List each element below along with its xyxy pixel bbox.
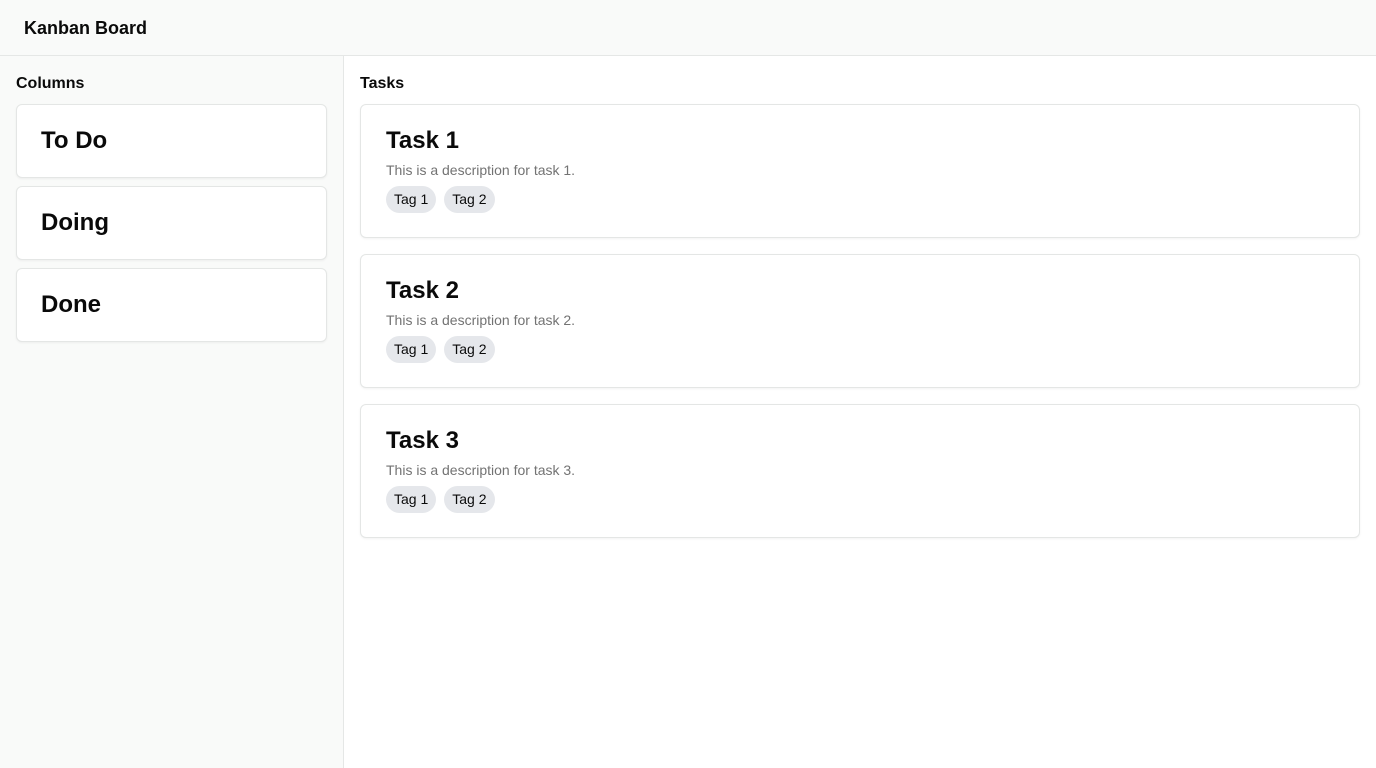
column-label: To Do <box>41 127 108 154</box>
task-tags: Tag 1 Tag 2 <box>386 186 495 213</box>
column-label: Doing <box>41 209 109 236</box>
task-card-1[interactable]: Task 1 This is a description for task 1.… <box>360 104 1360 238</box>
tag-badge[interactable]: Tag 2 <box>444 186 495 213</box>
task-title: Task 1 <box>386 127 459 154</box>
task-title: Task 3 <box>386 427 459 454</box>
app-title: Kanban Board <box>24 18 148 38</box>
tag-badge[interactable]: Tag 1 <box>386 486 437 513</box>
task-card-3[interactable]: Task 3 This is a description for task 3.… <box>360 404 1360 538</box>
task-description: This is a description for task 1. <box>386 162 576 178</box>
task-description: This is a description for task 3. <box>386 462 576 478</box>
column-card-to-do[interactable]: To Do <box>16 104 327 178</box>
task-card-2[interactable]: Task 2 This is a description for task 2.… <box>360 254 1360 388</box>
columns-sidebar: Columns To Do Doing Done <box>0 56 344 768</box>
tag-badge[interactable]: Tag 2 <box>444 336 495 363</box>
tag-badge[interactable]: Tag 1 <box>386 336 437 363</box>
tasks-heading: Tasks <box>360 75 405 92</box>
app-header: Kanban Board <box>0 0 1376 56</box>
column-card-doing[interactable]: Doing <box>16 186 327 260</box>
columns-heading: Columns <box>16 75 85 92</box>
task-tags: Tag 1 Tag 2 <box>386 336 495 363</box>
column-label: Done <box>41 291 101 318</box>
task-tags: Tag 1 Tag 2 <box>386 486 495 513</box>
tag-badge[interactable]: Tag 1 <box>386 186 437 213</box>
task-title: Task 2 <box>386 277 459 304</box>
column-card-done[interactable]: Done <box>16 268 327 342</box>
task-description: This is a description for task 2. <box>386 312 576 328</box>
tasks-panel: Tasks Task 1 This is a description for t… <box>344 56 1376 768</box>
tag-badge[interactable]: Tag 2 <box>444 486 495 513</box>
